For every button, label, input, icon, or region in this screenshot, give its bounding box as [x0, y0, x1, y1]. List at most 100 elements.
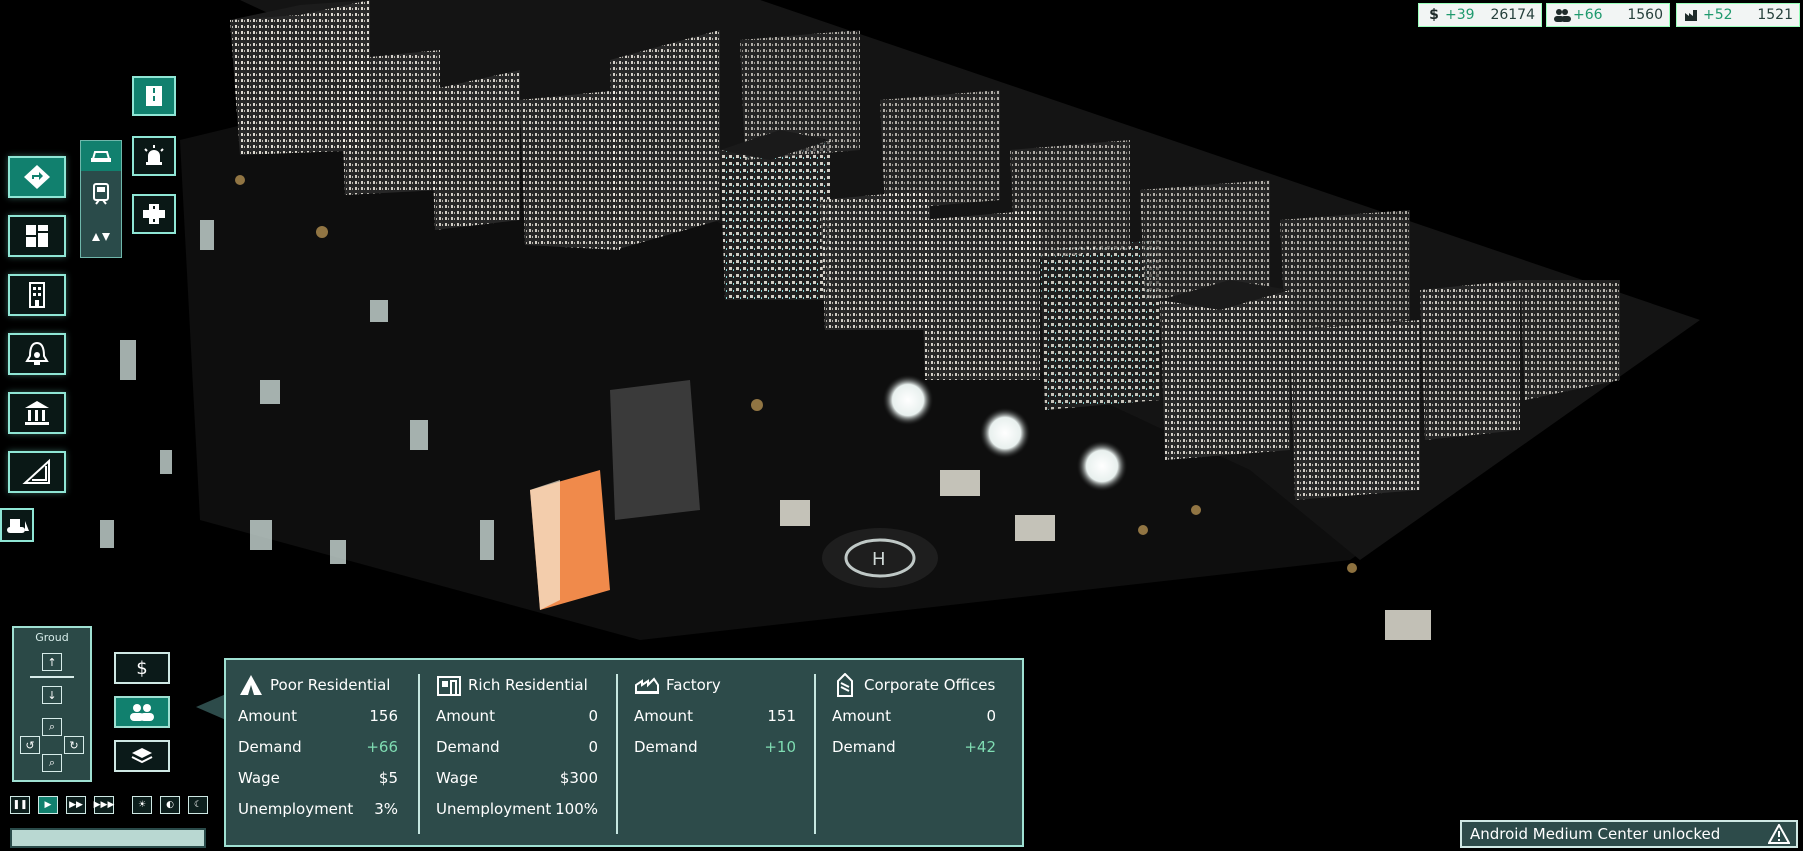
- pause-button[interactable]: ❚❚: [10, 796, 30, 814]
- play-button[interactable]: ▶: [38, 796, 58, 814]
- pause-icon: ❚❚: [12, 800, 28, 810]
- corporate-offices-header: Corporate Offices: [832, 670, 996, 700]
- intersection-icon: [143, 204, 165, 224]
- building-tool-button[interactable]: [8, 274, 66, 316]
- corporate-offices-title: Corporate Offices: [864, 676, 996, 694]
- poor-demand-row: Demand +66: [238, 731, 398, 762]
- row-value: 0: [588, 706, 598, 725]
- row-value: 0: [588, 737, 598, 756]
- demand-panel: Poor Residential Amount 156 Demand +66 Wag…: [224, 658, 1024, 847]
- demand-panel-pointer: [196, 694, 226, 720]
- warning-icon: [1768, 824, 1790, 844]
- layers-icon: [131, 748, 153, 764]
- camera-divider: [30, 676, 74, 678]
- road-type-button[interactable]: [81, 141, 121, 171]
- road-submenu: [80, 140, 122, 258]
- zoning-tool-button[interactable]: [8, 215, 66, 257]
- row-value: +10: [764, 737, 796, 756]
- fastest-forward-button[interactable]: ▶▶▶: [94, 796, 114, 814]
- row-label: Amount: [238, 706, 297, 725]
- row-label: Amount: [436, 706, 495, 725]
- row-label: Demand: [238, 737, 302, 756]
- row-label: Amount: [634, 706, 693, 725]
- factory-amount-row: Amount 151: [634, 700, 796, 731]
- layer-up-button[interactable]: ↑: [42, 653, 62, 671]
- row-label: Unemployment: [436, 799, 552, 818]
- bulldozer-button[interactable]: [0, 508, 34, 542]
- people-icon: [1553, 7, 1571, 23]
- rotate-right-button[interactable]: ↻: [64, 736, 84, 754]
- factory-title: Factory: [666, 676, 721, 694]
- unlock-notification[interactable]: Android Medium Center unlocked: [1460, 820, 1798, 848]
- fastest-forward-icon: ▶▶▶: [93, 800, 115, 810]
- row-value: +42: [964, 737, 996, 756]
- factory-icon: [635, 677, 659, 694]
- train-icon: [93, 183, 109, 205]
- tent-icon: [240, 675, 262, 695]
- road-tool-button[interactable]: [8, 156, 66, 198]
- tower-icon: [837, 673, 853, 697]
- poor-residential-column: Poor Residential Amount 156 Demand +66 Wag…: [238, 670, 398, 824]
- dusk-button[interactable]: ◐: [160, 796, 180, 814]
- house-icon: [437, 676, 461, 696]
- row-label: Unemployment: [238, 799, 354, 818]
- demand-panel-button[interactable]: [114, 696, 170, 728]
- factory-demand-row: Demand +10: [634, 731, 796, 762]
- terrain-tool-button[interactable]: [8, 451, 66, 493]
- rich-unemployment-row: Unemployment 100%: [436, 793, 598, 824]
- poor-wage-row: Wage $5: [238, 762, 398, 793]
- zoom-out-button[interactable]: ⌕: [42, 754, 62, 772]
- bell-icon: [25, 341, 49, 365]
- row-value: 151: [767, 706, 796, 725]
- fast-forward-button[interactable]: ▶▶: [66, 796, 86, 814]
- row-label: Demand: [634, 737, 698, 756]
- civic-tool-button[interactable]: [8, 392, 66, 434]
- stairs-icon: [22, 458, 50, 484]
- finance-panel-button[interactable]: $: [114, 652, 170, 684]
- daytime-button[interactable]: ☀: [132, 796, 152, 814]
- people-icon: [130, 704, 154, 721]
- corporate-offices-column: Corporate Offices Amount 0 Demand +42: [832, 670, 996, 762]
- row-value: +66: [366, 737, 398, 756]
- row-value: 100%: [555, 799, 598, 818]
- metro-button[interactable]: [81, 179, 121, 209]
- zoom-out-icon: ⌕: [48, 756, 56, 769]
- elevation-button[interactable]: [81, 221, 121, 251]
- row-label: Demand: [832, 737, 896, 756]
- industry-value: 1521: [1757, 7, 1793, 23]
- rich-residential-column: Rich Residential Amount 0 Demand 0 Wage $30…: [436, 670, 598, 824]
- one-way-road-button[interactable]: [132, 76, 176, 116]
- corporate-demand-row: Demand +42: [832, 731, 996, 762]
- factory-header: Factory: [634, 670, 796, 700]
- row-value: 156: [369, 706, 398, 725]
- arrow-up-icon: ↑: [47, 655, 57, 669]
- bulldozer-icon: [7, 519, 29, 533]
- row-label: Demand: [436, 737, 500, 756]
- row-value: $300: [559, 768, 598, 787]
- dollar-icon: $: [1429, 7, 1439, 23]
- rich-wage-row: Wage $300: [436, 762, 598, 793]
- government-icon: [25, 401, 49, 425]
- building-icon: [29, 282, 45, 308]
- industry-delta: +52: [1703, 7, 1733, 23]
- up-down-arrows-icon: [92, 233, 110, 241]
- poor-residential-title: Poor Residential: [270, 676, 391, 694]
- security-tool-button[interactable]: [8, 333, 66, 375]
- zoom-in-button[interactable]: ⌕: [42, 718, 62, 736]
- intersection-button[interactable]: [132, 194, 176, 234]
- camera-layer-label: Groud: [35, 631, 69, 644]
- time-progress-bar: [10, 828, 206, 848]
- rotate-left-button[interactable]: ↺: [20, 736, 40, 754]
- rotate-left-icon: ↺: [25, 738, 35, 752]
- police-road-button[interactable]: [132, 136, 176, 176]
- money-delta: +39: [1445, 7, 1475, 23]
- lane-icon: [146, 86, 162, 106]
- rich-demand-row: Demand 0: [436, 731, 598, 762]
- money-value: 26174: [1490, 7, 1535, 23]
- zoom-in-icon: ⌕: [48, 720, 56, 733]
- layer-down-button[interactable]: ↓: [42, 686, 62, 704]
- population-delta: +66: [1573, 7, 1603, 23]
- poor-unemployment-row: Unemployment 3%: [238, 793, 398, 824]
- night-button[interactable]: ☾: [188, 796, 208, 814]
- layers-panel-button[interactable]: [114, 740, 170, 772]
